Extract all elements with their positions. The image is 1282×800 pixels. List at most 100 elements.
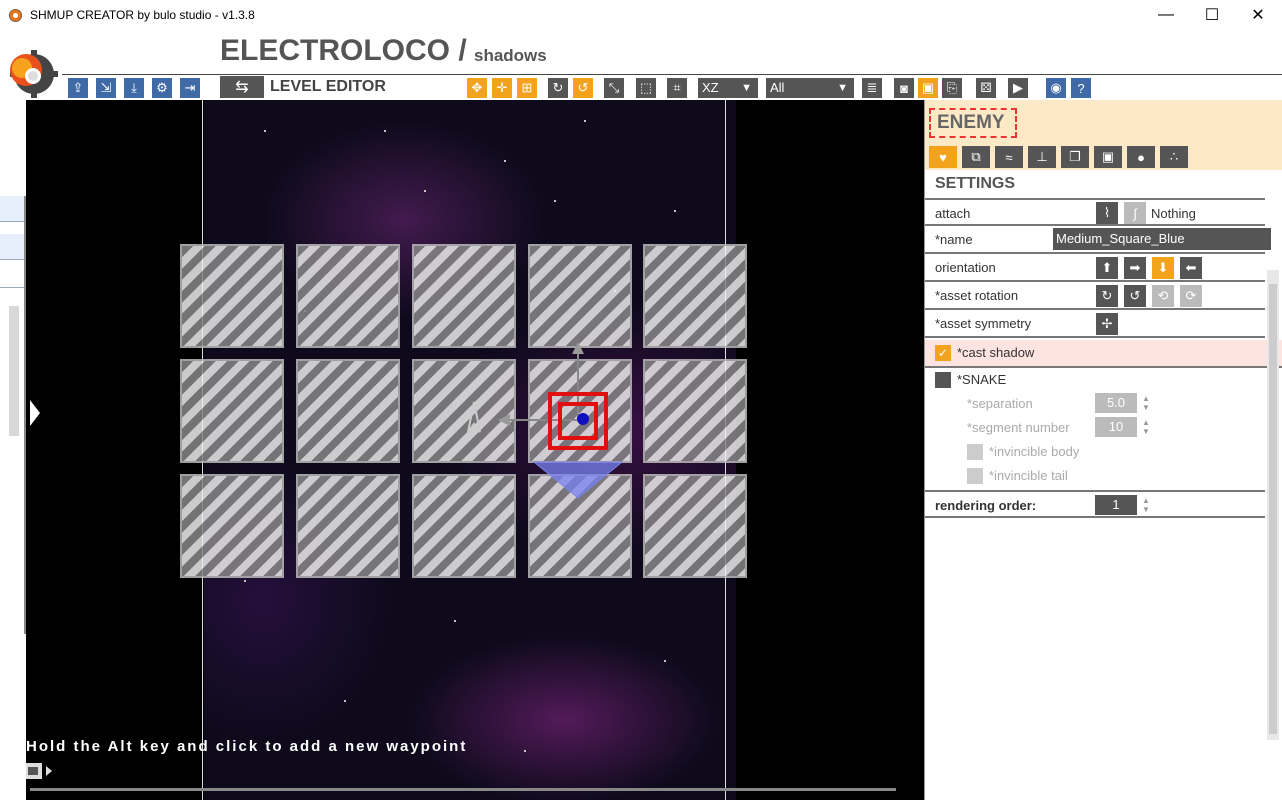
camera-nav-icon[interactable] bbox=[26, 760, 58, 782]
tab-layers-icon[interactable]: ❐ bbox=[1061, 146, 1089, 168]
rotate-3d-icon[interactable]: ⟲ bbox=[1152, 285, 1174, 307]
left-panel-row[interactable] bbox=[0, 262, 24, 288]
move-path-icon[interactable]: ⊞ bbox=[517, 78, 537, 98]
download-icon[interactable]: ⤓ bbox=[124, 78, 144, 98]
selection-gizmo[interactable] bbox=[446, 340, 646, 510]
help-icon[interactable]: ? bbox=[1071, 78, 1091, 98]
import-icon[interactable]: ⇲ bbox=[96, 78, 116, 98]
chevron-down-icon: ▼ bbox=[741, 82, 752, 94]
close-button[interactable]: ✕ bbox=[1235, 0, 1281, 30]
rendering-order-row: rendering order: 1 ▲ ▼ bbox=[925, 490, 1265, 518]
expand-left-panel-icon[interactable] bbox=[28, 398, 42, 428]
arrow-right-icon[interactable]: ➡ bbox=[1124, 257, 1146, 279]
settings-title: SETTINGS bbox=[935, 175, 1016, 192]
arrow-down-icon[interactable]: ⬇ bbox=[1152, 257, 1174, 279]
scale-path-icon[interactable]: ⬚ bbox=[636, 78, 656, 98]
chevron-down-icon: ▼ bbox=[837, 82, 848, 94]
rendering-order-field[interactable]: 1 bbox=[1095, 495, 1137, 515]
move-tool-icon[interactable]: ✥ bbox=[467, 78, 487, 98]
left-collapsed-panel bbox=[0, 196, 26, 634]
panel-section-title: ENEMY bbox=[929, 108, 1017, 138]
name-field[interactable]: Medium_Square_Blue bbox=[1053, 228, 1271, 250]
rotate-ccw-icon[interactable]: ↺ bbox=[1124, 285, 1146, 307]
window-title: SHMUP CREATOR by bulo studio - v1.3.8 bbox=[30, 8, 255, 22]
separation-label: *separation bbox=[967, 396, 1033, 411]
layers-icon[interactable]: ≣ bbox=[862, 78, 882, 98]
random-icon[interactable]: ⚄ bbox=[976, 78, 996, 98]
enemy-tile[interactable] bbox=[412, 244, 516, 348]
rotate-icon[interactable]: ↻ bbox=[548, 78, 568, 98]
enemy-tile[interactable] bbox=[180, 474, 284, 578]
left-panel-row[interactable] bbox=[0, 234, 24, 260]
tab-bomb-icon[interactable]: ● bbox=[1127, 146, 1155, 168]
cast-shadow-checkbox[interactable]: ✓ bbox=[935, 345, 951, 361]
scale-icon[interactable]: ⤡ bbox=[604, 78, 624, 98]
snake-label: *SNAKE bbox=[957, 372, 1007, 387]
left-panel-row[interactable] bbox=[0, 196, 24, 222]
mode-switch-icon[interactable]: ⇆ bbox=[220, 76, 264, 98]
export-icon[interactable]: ⇪ bbox=[68, 78, 88, 98]
separation-field[interactable]: 5.0 bbox=[1095, 393, 1137, 413]
exit-icon[interactable]: ⇥ bbox=[180, 78, 200, 98]
enemy-tile[interactable] bbox=[296, 244, 400, 348]
preview-eye-icon[interactable]: ◉ bbox=[1046, 78, 1066, 98]
enemy-tile[interactable] bbox=[180, 359, 284, 463]
tab-spawn-icon[interactable]: ⊥ bbox=[1028, 146, 1056, 168]
project-title: ELECTROLOCO / bbox=[220, 34, 467, 67]
tab-wave-icon[interactable]: ≈ bbox=[995, 146, 1023, 168]
snake-checkbox[interactable] bbox=[935, 372, 951, 388]
logo-gear-explosion-icon bbox=[10, 50, 58, 98]
invincible-body-checkbox[interactable] bbox=[967, 444, 983, 460]
direction-arrow-icon bbox=[467, 401, 481, 433]
arrow-left-icon[interactable]: ⬅ bbox=[1180, 257, 1202, 279]
filter-select[interactable]: All ▼ bbox=[766, 78, 854, 98]
left-panel-scrollbar[interactable] bbox=[9, 306, 19, 436]
symmetry-icon[interactable]: ✢ bbox=[1096, 313, 1118, 335]
rotate-3d-alt-icon[interactable]: ⟳ bbox=[1180, 285, 1202, 307]
play-icon[interactable]: ▶ bbox=[1008, 78, 1028, 98]
panel-scrollbar[interactable] bbox=[1267, 270, 1279, 740]
name-label: *name bbox=[935, 232, 973, 247]
snap-icon[interactable]: ⌗ bbox=[667, 78, 687, 98]
separation-spinner[interactable]: ▲ ▼ bbox=[1142, 394, 1152, 412]
properties-panel: ENEMY ♥ ⧉ ≈ ⊥ ❐ ▣ ● ∴ SETTINGS attach ⌇ … bbox=[924, 100, 1282, 800]
asset-symmetry-row: *asset symmetry ✢ bbox=[925, 310, 1265, 338]
asset-rotation-label: *asset rotation bbox=[935, 288, 1019, 303]
segment-number-spinner[interactable]: ▲ ▼ bbox=[1142, 418, 1152, 436]
rotate-path-icon[interactable]: ↺ bbox=[573, 78, 593, 98]
settings-icon[interactable]: ⚙ bbox=[152, 78, 172, 98]
tab-frame-icon[interactable]: ▣ bbox=[1094, 146, 1122, 168]
panel-scrollbar-thumb[interactable] bbox=[1269, 284, 1277, 734]
move-plus-icon[interactable]: ✛ bbox=[492, 78, 512, 98]
enemy-tile[interactable] bbox=[296, 359, 400, 463]
paste-icon[interactable]: ⎘ bbox=[942, 78, 962, 98]
app-icon bbox=[9, 9, 22, 22]
cast-shadow-label: *cast shadow bbox=[957, 345, 1035, 360]
tab-particles-icon[interactable]: ∴ bbox=[1160, 146, 1188, 168]
rendering-order-spinner[interactable]: ▲ ▼ bbox=[1142, 496, 1152, 514]
minimize-button[interactable]: — bbox=[1143, 0, 1189, 30]
tab-heart-icon[interactable]: ♥ bbox=[929, 146, 957, 168]
viewport-hscrollbar[interactable] bbox=[30, 788, 896, 791]
rotate-cw-icon[interactable]: ↻ bbox=[1096, 285, 1118, 307]
camera-icon[interactable]: ◙ bbox=[894, 78, 914, 98]
detach-icon[interactable]: ∫ bbox=[1124, 202, 1146, 224]
tab-copy-icon[interactable]: ⧉ bbox=[962, 146, 990, 168]
enemy-tile[interactable] bbox=[643, 244, 747, 348]
enemy-tile[interactable] bbox=[296, 474, 400, 578]
arrow-up-icon[interactable]: ⬆ bbox=[1096, 257, 1118, 279]
level-viewport[interactable]: Hold the Alt key and click to add a new … bbox=[26, 100, 924, 800]
axis-select[interactable]: XZ ▼ bbox=[698, 78, 758, 98]
enemy-tile[interactable] bbox=[643, 359, 747, 463]
invincible-tail-checkbox[interactable] bbox=[967, 468, 983, 484]
enemy-tile[interactable] bbox=[643, 474, 747, 578]
enemy-tile[interactable] bbox=[528, 244, 632, 348]
level-editor-label: LEVEL EDITOR bbox=[270, 78, 386, 95]
asset-rotation-row: *asset rotation ↻ ↺ ⟲ ⟳ bbox=[925, 282, 1265, 310]
segment-number-field[interactable]: 10 bbox=[1095, 417, 1137, 437]
paperclip-icon[interactable]: ⌇ bbox=[1096, 202, 1118, 224]
camera-path-icon[interactable]: ▣ bbox=[918, 78, 938, 98]
maximize-button[interactable]: ☐ bbox=[1189, 0, 1235, 30]
spawn-cone-icon bbox=[532, 461, 624, 499]
enemy-tile[interactable] bbox=[180, 244, 284, 348]
